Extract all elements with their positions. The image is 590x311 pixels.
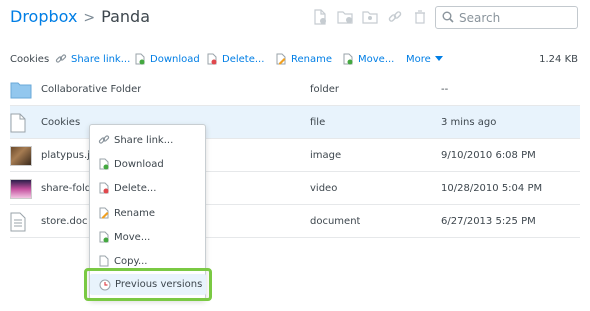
file-kind: file [310,117,326,128]
trash-icon[interactable] [412,9,428,25]
file-size: 1.24 KB [539,53,578,65]
delete-button[interactable]: Delete... [206,50,264,68]
move-icon [342,53,354,65]
action-toolbar: Cookies Share link... Download Delete...… [0,50,590,68]
rename-button[interactable]: Rename [275,50,332,68]
file-kind: folder [310,84,340,95]
selected-item-name: Cookies [10,53,50,65]
menu-item-move[interactable]: Move... [90,226,205,248]
share-link-button[interactable]: Share link... [55,50,130,68]
caret-down-icon [434,56,443,62]
breadcrumb-separator: > [83,10,96,26]
search-box[interactable] [435,6,578,29]
file-kind: image [310,150,342,161]
menu-item-delete[interactable]: Delete... [90,177,205,199]
menu-item-share-link[interactable]: Share link... [90,129,205,151]
search-input[interactable] [459,10,569,25]
move-button[interactable]: Move... [342,50,394,68]
menu-item-label: Move... [114,231,151,243]
rename-icon [275,53,287,65]
delete-icon [98,182,110,194]
file-kind: document [310,216,361,227]
menu-item-label: Copy... [114,255,148,267]
breadcrumb-root-link[interactable]: Dropbox [10,7,77,26]
file-kind: video [310,183,338,194]
menu-item-label: Rename [114,207,156,219]
folder-icon [10,73,32,106]
header-actions [312,9,437,25]
new-file-icon[interactable] [312,9,328,25]
menu-item-rename[interactable]: Rename [90,202,205,224]
download-icon [98,158,110,170]
delete-icon [206,53,218,65]
file-modified: 3 mins ago [441,117,497,128]
delete-label: Delete... [222,53,265,65]
share-link-label: Share link... [71,53,131,65]
file-name[interactable]: Collaborative Folder [41,73,141,106]
image-thumbnail [10,139,32,172]
file-icon [10,106,32,139]
file-name[interactable]: store.doc [41,205,87,238]
link-icon[interactable] [387,9,403,25]
move-icon [98,231,110,243]
file-modified: -- [441,84,449,95]
menu-item-previous-versions[interactable]: Previous versions [90,274,206,295]
menu-item-label: Share link... [114,134,174,146]
file-modified: 9/10/2010 6:08 PM [441,150,536,161]
file-row[interactable]: Collaborative Folder folder -- [10,73,580,106]
clock-history-icon [99,279,111,291]
file-modified: 10/28/2010 5:04 PM [441,183,543,194]
link-icon [55,53,67,65]
shared-folder-icon[interactable] [362,9,378,25]
search-icon [442,8,454,27]
breadcrumb: Dropbox > Panda [10,7,150,28]
menu-item-download[interactable]: Download [90,153,205,175]
new-folder-icon[interactable] [337,9,353,25]
dropbox-window: Dropbox > Panda Cookies Share link... [0,0,590,311]
more-dropdown[interactable]: More [406,50,443,68]
previous-versions-highlight: Previous versions [84,268,212,301]
menu-item-label: Delete... [114,182,157,194]
link-icon [98,134,110,146]
breadcrumb-current: Panda [101,7,150,26]
download-button[interactable]: Download [134,50,200,68]
download-icon [134,53,146,65]
rename-label: Rename [291,53,333,65]
file-modified: 6/27/2013 5:25 PM [441,216,536,227]
menu-item-label: Previous versions [115,279,203,290]
download-label: Download [150,53,200,65]
video-thumbnail [10,172,32,205]
document-icon [10,205,32,238]
rename-icon [98,207,110,219]
menu-item-label: Download [114,158,164,170]
file-name[interactable]: Cookies [41,106,80,139]
move-label: Move... [358,53,395,65]
copy-icon [98,255,110,267]
more-label: More [406,53,431,65]
